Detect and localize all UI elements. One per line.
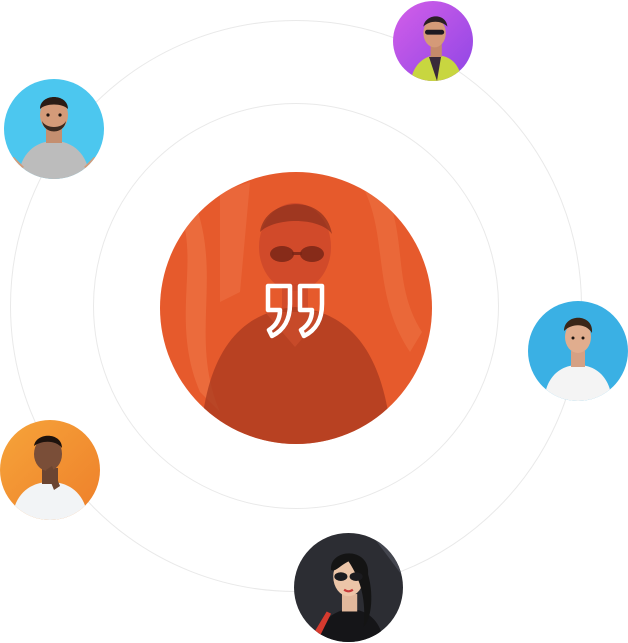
- testimonial-orbit: [0, 0, 628, 643]
- avatar-2-graphic: [4, 79, 104, 179]
- avatar-dark-profile[interactable]: [294, 533, 403, 642]
- avatar-blue-profile[interactable]: [528, 301, 628, 401]
- avatar-purple-profile[interactable]: [393, 1, 473, 81]
- avatar-5-graphic: [294, 533, 403, 642]
- avatar-orange-profile[interactable]: [0, 420, 100, 520]
- center-testimonial-photo: [160, 172, 432, 444]
- avatar-cyan-profile[interactable]: [4, 79, 104, 179]
- avatar-4-graphic: [0, 420, 100, 520]
- center-photo-graphic: [160, 172, 432, 444]
- avatar-3-graphic: [528, 301, 628, 401]
- avatar-1-graphic: [393, 1, 473, 81]
